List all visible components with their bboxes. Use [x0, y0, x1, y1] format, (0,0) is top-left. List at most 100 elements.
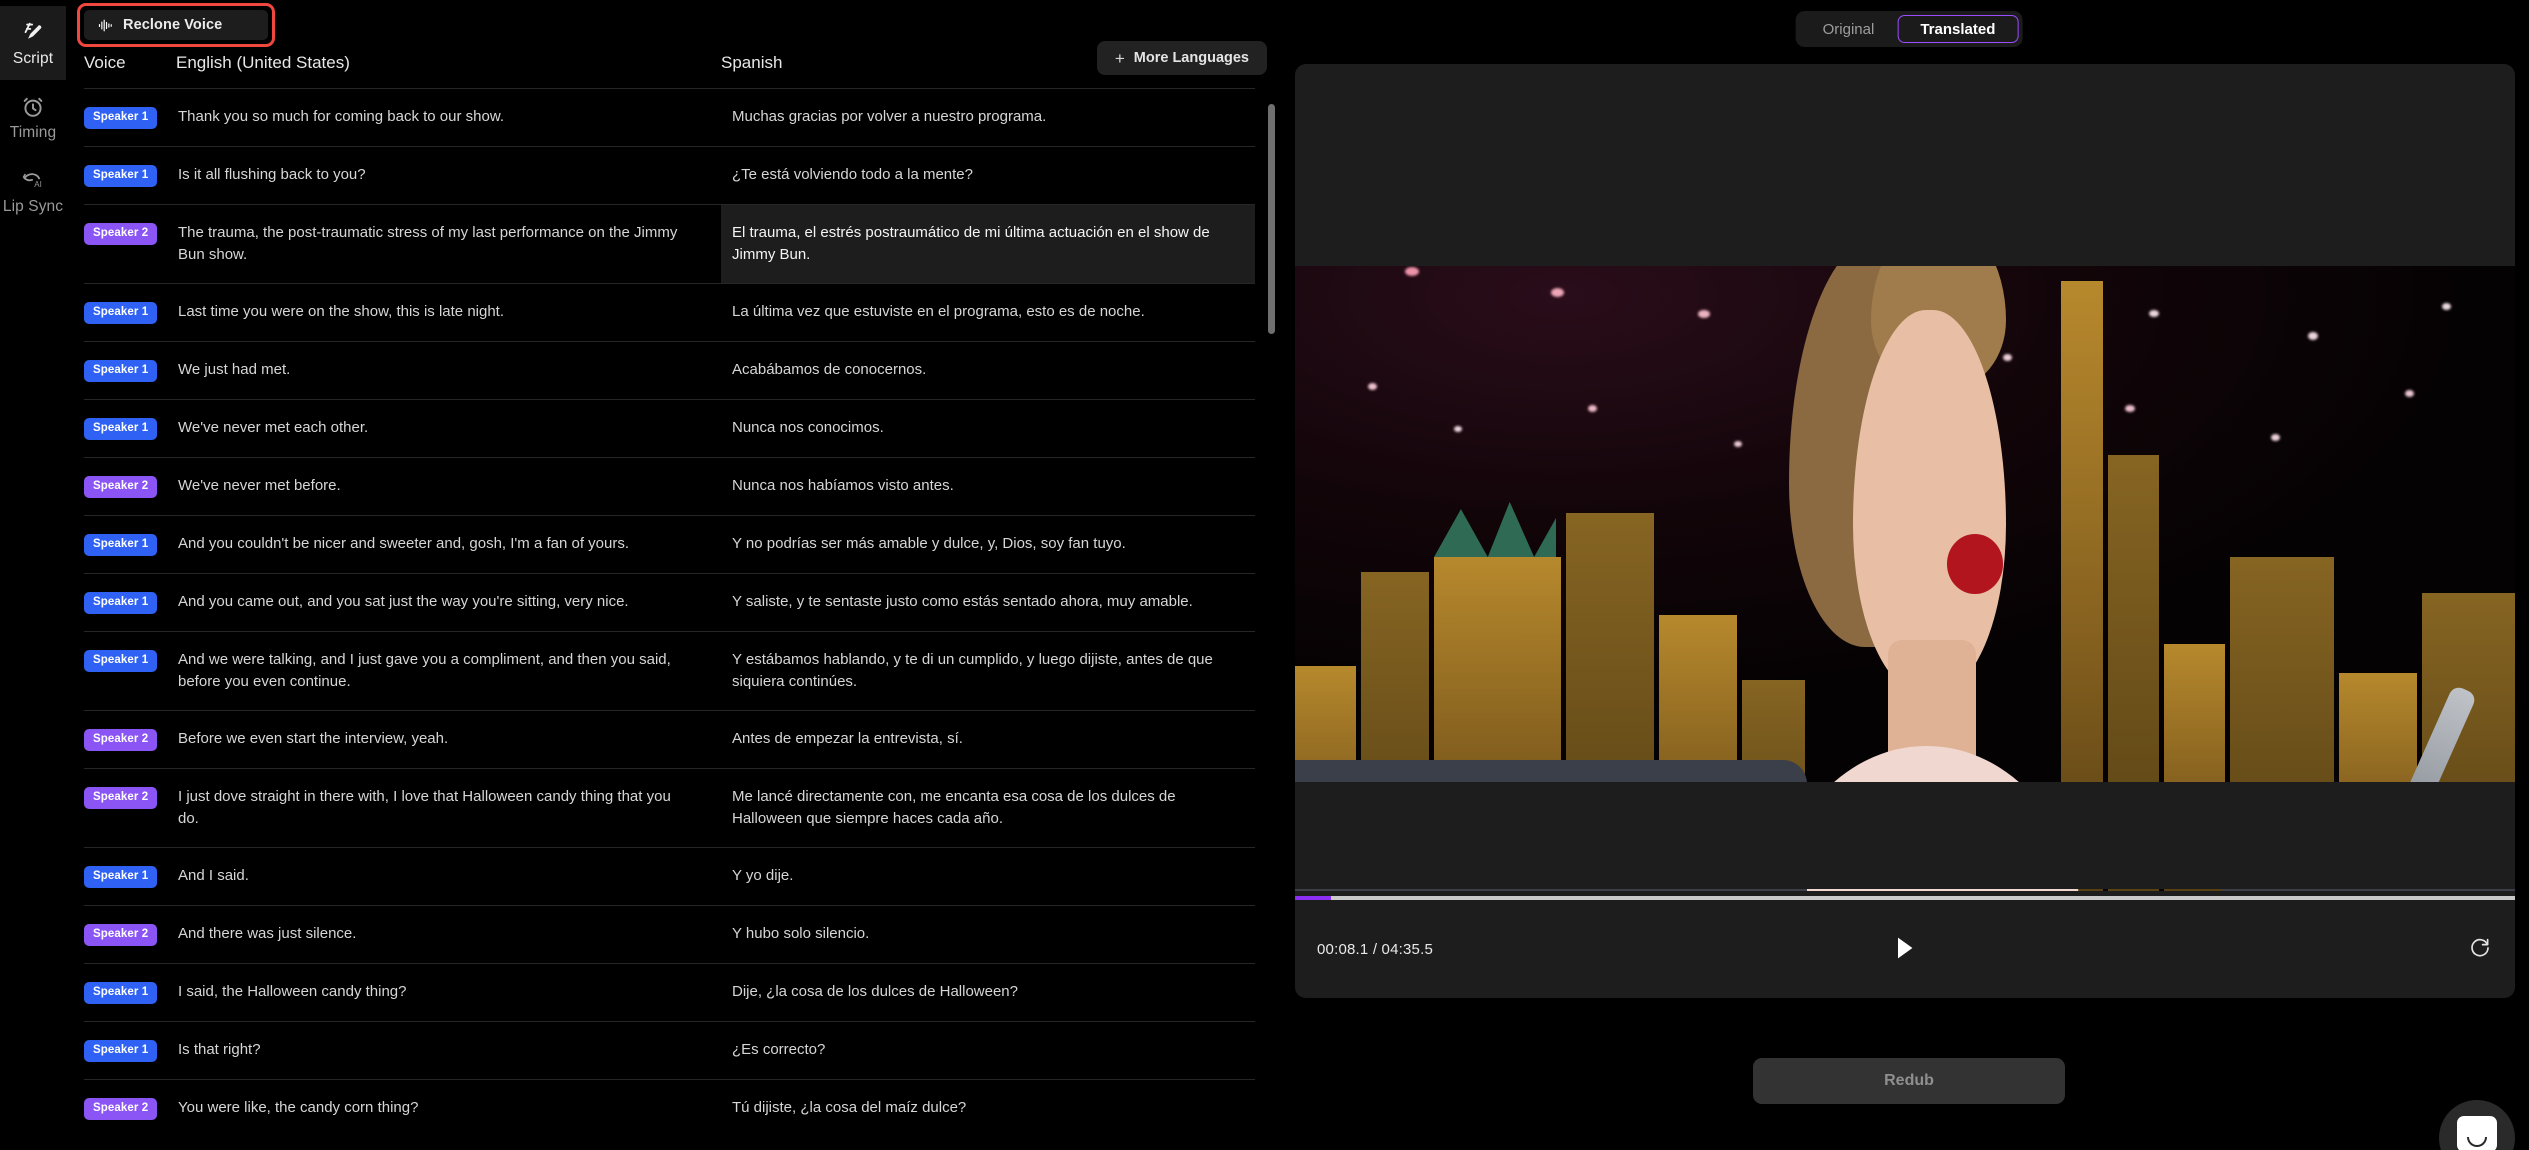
row-source-text[interactable]: The trauma, the post-traumatic stress of… — [176, 205, 721, 283]
speaker-badge[interactable]: Speaker 2 — [84, 222, 158, 245]
table-row[interactable]: Speaker 2 The trauma, the post-traumatic … — [84, 204, 1255, 284]
row-target-text[interactable]: Me lancé directamente con, me encanta es… — [721, 769, 1255, 847]
row-voice-cell: Speaker 1 — [84, 848, 176, 905]
sidebar-item-timing[interactable]: Timing — [0, 80, 66, 154]
row-target-text[interactable]: Y hubo solo silencio. — [721, 906, 1255, 962]
speaker-badge[interactable]: Speaker 2 — [84, 728, 158, 751]
row-target-text[interactable]: Tú dijiste, ¿la cosa del maíz dulce? — [721, 1080, 1255, 1136]
row-target-text[interactable]: ¿Te está volviendo todo a la mente? — [721, 147, 1255, 203]
table-row[interactable]: Speaker 1 Is it all flushing back to you?… — [84, 146, 1255, 204]
row-source-text[interactable]: I just dove straight in there with, I lo… — [176, 769, 721, 847]
row-target-text[interactable]: Dije, ¿la cosa de los dulces de Hallowee… — [721, 964, 1255, 1020]
row-target-text[interactable]: Muchas gracias por volver a nuestro prog… — [721, 89, 1255, 145]
speaker-badge[interactable]: Speaker 1 — [84, 865, 158, 888]
table-row[interactable]: Speaker 1 And you couldn't be nicer and s… — [84, 515, 1255, 573]
table-row[interactable]: Speaker 2 And there was just silence. Y hu… — [84, 905, 1255, 963]
speaker-badge[interactable]: Speaker 2 — [84, 1097, 158, 1120]
speaker-badge[interactable]: Speaker 1 — [84, 359, 158, 382]
speaker-badge[interactable]: Speaker 1 — [84, 164, 158, 187]
table-row[interactable]: Speaker 2 We've never met before. Nunca no… — [84, 457, 1255, 515]
row-target-text[interactable]: ¿Es correcto? — [721, 1022, 1255, 1078]
preview-panel: Original Translated 00:08.1 / 04:35.5 Re… — [1289, 0, 2529, 1150]
row-source-text[interactable]: I said, the Halloween candy thing? — [176, 964, 721, 1020]
video-controls: 00:08.1 / 04:35.5 — [1295, 900, 2515, 998]
row-target-text[interactable]: Nunca nos conocimos. — [721, 400, 1255, 456]
row-source-text[interactable]: We've never met each other. — [176, 400, 721, 456]
row-target-text[interactable]: Y saliste, y te sentaste justo como está… — [721, 574, 1255, 630]
table-row[interactable]: Speaker 2 You were like, the candy corn t… — [84, 1079, 1255, 1137]
row-voice-cell: Speaker 1 — [84, 516, 176, 573]
row-target-text[interactable]: Y yo dije. — [721, 848, 1255, 904]
table-row[interactable]: Speaker 2 Before we even start the interv… — [84, 710, 1255, 768]
row-voice-cell: Speaker 2 — [84, 711, 176, 768]
table-row[interactable]: Speaker 1 We just had met. Acabábamos de c… — [84, 341, 1255, 399]
speaker-badge[interactable]: Speaker 2 — [84, 475, 158, 498]
transcript-scrollbar[interactable] — [1268, 104, 1275, 334]
row-source-text[interactable]: And you couldn't be nicer and sweeter an… — [176, 516, 721, 572]
transcript-table-header: Voice English (United States) Spanish + … — [66, 41, 1289, 88]
speaker-badge[interactable]: Speaker 1 — [84, 1039, 158, 1062]
tab-translated[interactable]: Translated — [1897, 15, 2019, 43]
speaker-badge[interactable]: Speaker 1 — [84, 106, 158, 129]
row-target-text[interactable]: Antes de empezar la entrevista, sí. — [721, 711, 1255, 767]
row-source-text[interactable]: Is that right? — [176, 1022, 721, 1078]
more-languages-label: More Languages — [1133, 50, 1249, 66]
row-source-text[interactable]: Last time you were on the show, this is … — [176, 284, 721, 340]
speaker-badge[interactable]: Speaker 1 — [84, 591, 158, 614]
speaker-badge[interactable]: Speaker 1 — [84, 417, 158, 440]
redub-button[interactable]: Redub — [1753, 1058, 2065, 1104]
play-button[interactable] — [1888, 932, 1922, 966]
table-row[interactable]: Speaker 1 And we were talking, and I just… — [84, 631, 1255, 710]
support-chat-button[interactable] — [2439, 1100, 2515, 1150]
loop-button[interactable] — [2465, 934, 2495, 964]
app-root: Script Timing AI Lip Sync Reclone Voice … — [0, 0, 2529, 1150]
row-source-text[interactable]: We've never met before. — [176, 458, 721, 514]
sidebar-item-script[interactable]: Script — [0, 6, 66, 80]
speaker-badge[interactable]: Speaker 2 — [84, 923, 158, 946]
table-row[interactable]: Speaker 1 Last time you were on the show,… — [84, 283, 1255, 341]
reclone-voice-button[interactable]: Reclone Voice — [84, 10, 269, 40]
smile-icon — [2467, 1137, 2487, 1147]
table-row[interactable]: Speaker 1 Thank you so much for coming ba… — [84, 88, 1255, 146]
row-target-text[interactable]: Acabábamos de conocernos. — [721, 342, 1255, 398]
sidebar-item-lip-sync[interactable]: AI Lip Sync — [0, 154, 66, 228]
row-source-text[interactable]: Thank you so much for coming back to our… — [176, 89, 721, 145]
table-row[interactable]: Speaker 1 We've never met each other. Nunc… — [84, 399, 1255, 457]
row-target-text[interactable]: La última vez que estuviste en el progra… — [721, 284, 1255, 340]
row-target-text[interactable]: Y estábamos hablando, y te di un cumplid… — [721, 632, 1255, 710]
table-row[interactable]: Speaker 2 I just dove straight in there w… — [84, 768, 1255, 847]
speaker-badge[interactable]: Speaker 1 — [84, 533, 158, 556]
speaker-badge[interactable]: Speaker 1 — [84, 981, 158, 1004]
row-source-text[interactable]: And we were talking, and I just gave you… — [176, 632, 721, 710]
row-source-text[interactable]: And I said. — [176, 848, 721, 904]
speaker-badge[interactable]: Speaker 1 — [84, 301, 158, 324]
row-voice-cell: Speaker 1 — [84, 89, 176, 146]
row-target-text[interactable]: Nunca nos habíamos visto antes. — [721, 458, 1255, 514]
row-voice-cell: Speaker 1 — [84, 147, 176, 204]
row-source-text[interactable]: You were like, the candy corn thing? — [176, 1080, 721, 1136]
row-target-text[interactable]: El trauma, el estrés postraumático de mi… — [721, 205, 1255, 284]
chat-bubble-icon — [2457, 1116, 2497, 1150]
lipsync-icon: AI — [20, 168, 46, 194]
table-row[interactable]: Speaker 1 Is that right? ¿Es correcto? — [84, 1021, 1255, 1079]
sidebar-item-label: Timing — [9, 123, 57, 141]
row-source-text[interactable]: And there was just silence. — [176, 906, 721, 962]
row-voice-cell: Speaker 2 — [84, 458, 176, 515]
transcript-scroll-area[interactable]: Speaker 1 Thank you so much for coming ba… — [66, 88, 1289, 1150]
table-row[interactable]: Speaker 1 And you came out, and you sat j… — [84, 573, 1255, 631]
speaker-badge[interactable]: Speaker 2 — [84, 786, 158, 809]
row-voice-cell: Speaker 1 — [84, 1022, 176, 1079]
reclone-voice-wrapper: Reclone Voice — [77, 3, 276, 47]
speaker-badge[interactable]: Speaker 1 — [84, 649, 158, 672]
row-voice-cell: Speaker 1 — [84, 342, 176, 399]
row-source-text[interactable]: We just had met. — [176, 342, 721, 398]
row-source-text[interactable]: Before we even start the interview, yeah… — [176, 711, 721, 767]
tab-original[interactable]: Original — [1800, 15, 1898, 43]
more-languages-button[interactable]: + More Languages — [1096, 41, 1267, 75]
table-row[interactable]: Speaker 1 I said, the Halloween candy thi… — [84, 963, 1255, 1021]
row-source-text[interactable]: Is it all flushing back to you? — [176, 147, 721, 203]
row-source-text[interactable]: And you came out, and you sat just the w… — [176, 574, 721, 630]
row-target-text[interactable]: Y no podrías ser más amable y dulce, y, … — [721, 516, 1255, 572]
table-row[interactable]: Speaker 1 And I said. Y yo dije. — [84, 847, 1255, 905]
video-player[interactable]: 00:08.1 / 04:35.5 — [1295, 64, 2515, 998]
